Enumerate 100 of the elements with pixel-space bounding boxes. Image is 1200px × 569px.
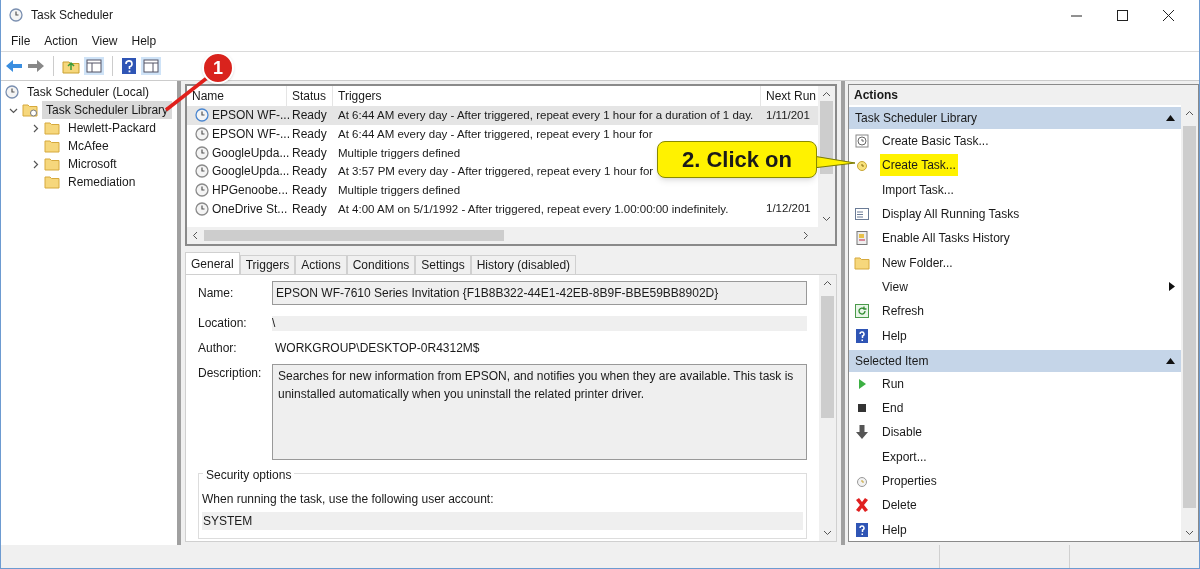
task-command[interactable]: End	[880, 397, 906, 420]
clock-icon	[195, 108, 209, 123]
menu-item[interactable]: View	[91, 31, 118, 50]
task-command[interactable]: Run	[880, 372, 906, 395]
maximize-icon	[1116, 9, 1128, 21]
vertical-scrollbar[interactable]	[818, 86, 835, 227]
tree-item[interactable]: Microsoft	[64, 155, 121, 173]
folder-clock-icon	[22, 103, 38, 117]
task-command[interactable]: Disable	[880, 421, 925, 444]
table-cell: At 6:44 AM every day - After triggered, repeat every 1 hour for	[338, 127, 653, 140]
chevron-right-icon[interactable]	[31, 123, 40, 133]
location-field[interactable]: \	[272, 315, 807, 331]
table-cell: At 4:00 AM on 5/1/1992 - After triggered, repeat every 1.00:00:00 indefinitely.	[338, 202, 729, 215]
scroll-left-icon[interactable]	[191, 231, 200, 240]
window-list-icon	[854, 206, 870, 223]
chevron-right-icon[interactable]	[31, 159, 40, 169]
menu-item[interactable]: File	[11, 31, 31, 50]
task-command[interactable]: Help	[880, 518, 909, 541]
collapse-icon[interactable]	[1166, 115, 1175, 121]
task-command[interactable]: Help	[880, 324, 909, 347]
author-value: WORKGROUP\DESKTOP-0R4312M$	[274, 340, 480, 357]
vertical-scrollbar[interactable]	[1181, 105, 1198, 541]
menu-item[interactable]: Help	[131, 31, 157, 50]
table-cell-text: OneDrive St...	[212, 200, 288, 218]
tab[interactable]: Settings	[415, 255, 471, 274]
scroll-up-icon[interactable]	[1185, 109, 1194, 118]
table-cell: At 6:44 AM every day - After triggered, repeat every 1 hour for a duration of 1 day.	[338, 109, 754, 122]
scroll-down-icon[interactable]	[822, 214, 831, 223]
scroll-down-icon[interactable]	[823, 528, 832, 537]
name-field[interactable]: EPSON WF-7610 Series Invitation {F1B8B322-44E1-42EB-8B9F-BBE59BB8902D}	[272, 281, 807, 305]
task-command[interactable]: Create Basic Task...	[880, 130, 991, 153]
clock-icon	[195, 183, 209, 198]
task-command[interactable]: Properties	[880, 470, 939, 492]
panel-toggle-icon[interactable]	[141, 57, 161, 75]
table-cell-text: Ready	[291, 126, 328, 144]
tab[interactable]: Actions	[295, 255, 347, 274]
table-cell-text: HPGenoobe...	[212, 182, 289, 200]
horizontal-scrollbar[interactable]	[187, 227, 835, 244]
scroll-down-icon[interactable]	[1185, 528, 1194, 537]
callout-note: 2. Click on	[657, 141, 817, 178]
table-cell-text: GoogleUpda...	[212, 163, 290, 181]
actions-header: Actions	[849, 85, 1198, 105]
collapse-icon[interactable]	[1166, 357, 1175, 364]
scroll-right-icon[interactable]	[801, 231, 810, 240]
help-icon[interactable]	[121, 57, 137, 75]
task-command[interactable]: Refresh	[880, 300, 927, 323]
clock-icon	[195, 201, 209, 216]
clock-icon	[195, 145, 209, 160]
table-cell: Multiple triggers defined	[338, 146, 461, 159]
table-cell-text: 1/11/201	[765, 107, 811, 123]
table-cell: Multiple triggers defined	[338, 183, 461, 196]
scroll-up-icon[interactable]	[823, 279, 832, 288]
section-header[interactable]: Selected Item	[849, 349, 1181, 372]
description-field[interactable]: Searches for new information from EPSON, and notifies you when they are available. This task is uninstalled automatically when you uninstall the related printer driver.	[272, 364, 807, 460]
tab[interactable]: Triggers	[239, 255, 296, 274]
folder-icon	[44, 157, 60, 171]
folder-icon	[854, 254, 870, 271]
tree-item[interactable]: Task Scheduler (Local)	[23, 83, 154, 101]
up-folder-icon[interactable]	[62, 58, 80, 74]
app-icon	[9, 8, 23, 22]
field-label: Location:	[198, 315, 248, 332]
window-title: Task Scheduler	[31, 7, 114, 24]
section-header[interactable]: Task Scheduler Library	[849, 107, 1181, 129]
account-field[interactable]: SYSTEM	[202, 512, 803, 530]
task-command[interactable]: New Folder...	[880, 251, 955, 274]
vertical-scrollbar[interactable]	[819, 275, 836, 541]
tree-item[interactable]: Task Scheduler Library	[42, 101, 173, 119]
clock-icon	[195, 164, 209, 179]
task-command[interactable]: Create Task...	[880, 154, 958, 177]
tree-item[interactable]: Remediation	[64, 173, 140, 191]
tree-item[interactable]: Hewlett-Packard	[64, 119, 161, 137]
calendar-clock-icon	[854, 133, 870, 150]
menu-item[interactable]: Action	[44, 31, 78, 50]
field-label: Name:	[198, 285, 235, 302]
forward-arrow-icon[interactable]	[27, 59, 45, 73]
scroll-up-icon[interactable]	[822, 90, 831, 99]
tab[interactable]: History (disabled)	[470, 255, 577, 274]
task-command[interactable]: Display All Running Tasks	[880, 203, 1022, 226]
task-command[interactable]: Enable All Tasks History	[880, 227, 1012, 250]
task-command[interactable]: Import Task...	[880, 178, 956, 201]
table-cell-text: Ready	[291, 163, 328, 181]
clock-icon	[5, 85, 19, 99]
tab[interactable]: Conditions	[346, 255, 416, 274]
panel-toggle-icon[interactable]	[84, 57, 104, 75]
notebook-icon	[854, 230, 870, 247]
folder-icon	[44, 139, 60, 153]
table-cell-text: GoogleUpda...	[212, 144, 290, 162]
field-label: Description:	[198, 365, 263, 382]
table-cell: At 3:57 PM every day - After triggered, repeat every 1 hour for	[338, 165, 654, 178]
task-command[interactable]: Delete	[880, 494, 919, 517]
security-text: When running the task, use the following user account:	[202, 491, 495, 508]
clock-icon	[195, 127, 209, 142]
back-arrow-icon[interactable]	[5, 59, 23, 73]
task-command[interactable]: Export...	[880, 445, 929, 468]
folder-icon	[44, 121, 60, 135]
tree-item[interactable]: McAfee	[64, 137, 113, 155]
table-cell-text: Ready	[291, 200, 328, 218]
help-icon	[854, 521, 870, 538]
task-command[interactable]: View	[880, 275, 910, 298]
tab[interactable]: General	[185, 252, 240, 274]
